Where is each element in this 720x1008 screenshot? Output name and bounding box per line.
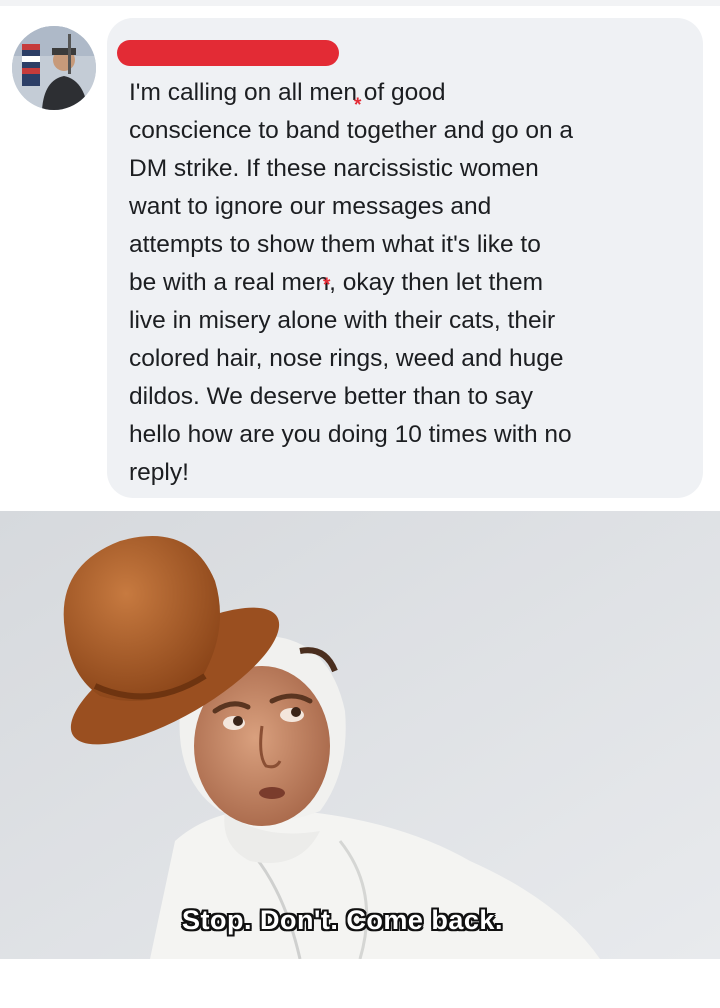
comment-line: reply! — [129, 459, 189, 486]
comment-line: conscience to band together and go on a — [129, 117, 574, 144]
comment-line: live in misery alone with their cats, th… — [129, 307, 556, 334]
wonka-still-illustration — [0, 511, 720, 959]
bottom-spacer — [0, 959, 720, 1008]
facebook-comment: I'm calling on all men of good conscienc… — [0, 6, 720, 506]
comment-text: I'm calling on all men of good conscienc… — [129, 74, 689, 492]
comment-line: attempts to show them what it's like to — [129, 231, 541, 258]
comment-line: dildos. We deserve better than to say — [129, 383, 534, 410]
meme-image — [0, 511, 720, 959]
comment-line: be with a real men, okay then let them — [129, 269, 543, 296]
comment-line: hello how are you doing 10 times with no — [129, 421, 572, 448]
meme-caption: Stop. Don't. Come back. — [182, 905, 503, 935]
comment-line: colored hair, nose rings, weed and huge — [129, 345, 564, 372]
author-name-redacted — [117, 40, 339, 66]
comment-bubble: I'm calling on all men of good conscienc… — [107, 18, 703, 498]
screenshot-page: I'm calling on all men of good conscienc… — [0, 0, 720, 1008]
censor-mark: * — [354, 95, 362, 116]
comment-line: I'm calling on all men of good — [129, 79, 446, 106]
avatar-image — [12, 26, 96, 110]
comment-line: DM strike. If these narcissistic women — [129, 155, 539, 182]
avatar[interactable] — [12, 26, 96, 110]
comment-line: want to ignore our messages and — [129, 193, 492, 220]
censor-mark: * — [323, 275, 331, 296]
